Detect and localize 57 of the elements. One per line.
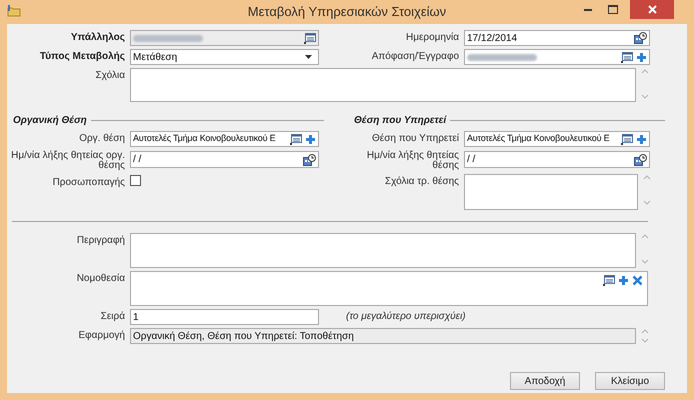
plus-icon[interactable]: [618, 275, 629, 286]
type-dropdown[interactable]: Μετάθεση: [130, 49, 319, 65]
section-title: Οργανική Θέση: [13, 114, 88, 128]
plus-icon[interactable]: [636, 52, 647, 62]
field-label: Ημ/νία λήξης θητείας θέσης: [366, 151, 460, 171]
plus-icon[interactable]: [305, 134, 316, 144]
field-label: Εφαρμογή: [77, 329, 126, 343]
field-label: Περιγραφή: [76, 234, 126, 248]
position-field[interactable]: Αυτοτελές Τμήμα Κοινοβουλευτικού Ε: [464, 131, 650, 147]
field-label: Υπάλληλος: [70, 31, 126, 45]
date-field[interactable]: 17/12/2014: [464, 30, 650, 46]
redacted-text: [467, 54, 537, 60]
legislation-field[interactable]: [130, 271, 648, 306]
calendar-clock-icon[interactable]: [634, 32, 647, 44]
document-field[interactable]: [464, 49, 650, 65]
field-label: Προσωποπαγής: [52, 176, 126, 190]
window-title: Μεταβολή Υπηρεσιακών Στοιχείων: [248, 3, 446, 22]
dropdown-caret-icon[interactable]: [304, 54, 313, 60]
field-label: Θέση που Υπηρετεί: [370, 132, 460, 146]
field-label: Σχόλια τρ. θέσης: [384, 175, 460, 189]
redacted-text: [133, 34, 203, 42]
position-field[interactable]: Αυτοτελές Τμήμα Κοινοβουλευτικού Ε: [130, 131, 319, 147]
list-window-icon[interactable]: [304, 32, 316, 44]
minimize-icon[interactable]: [584, 9, 592, 12]
comments-field[interactable]: [130, 68, 636, 102]
description-field[interactable]: [130, 233, 636, 268]
delete-icon[interactable]: [632, 275, 643, 286]
field-label: Απόφαση/Έγγραφο: [370, 50, 460, 64]
list-window-icon[interactable]: [603, 275, 615, 286]
date-field[interactable]: / /: [130, 151, 319, 168]
comments-field[interactable]: [464, 174, 638, 210]
field-label: Ημερομηνία: [404, 31, 460, 45]
field-label: Τύπος Μεταβολής: [38, 50, 126, 64]
list-window-icon[interactable]: [621, 52, 633, 62]
close-button[interactable]: Κλείσιμο: [595, 372, 665, 390]
folder-icon: [7, 5, 21, 17]
employee-field[interactable]: [130, 30, 319, 46]
field-label: Ημ/νία λήξης θητείας οργ. θέσης: [10, 151, 126, 171]
list-window-icon[interactable]: [290, 134, 302, 144]
accept-button[interactable]: Αποδοχή: [510, 372, 580, 390]
checkbox[interactable]: [130, 175, 141, 186]
date-field[interactable]: / /: [464, 151, 650, 168]
maximize-icon[interactable]: [608, 5, 618, 14]
application-field[interactable]: Οργανική Θέση, Θέση που Υπηρετεί: Τοποθέτηση: [130, 328, 636, 344]
calendar-clock-icon[interactable]: [634, 154, 647, 166]
field-label: Οργ. θέση: [78, 132, 126, 146]
plus-icon[interactable]: [636, 134, 647, 144]
order-field[interactable]: 1: [130, 309, 319, 325]
field-label: Νομοθεσία: [76, 272, 126, 286]
field-label: Σχόλια: [94, 69, 126, 83]
section-title: Θέση που Υπηρετεί: [354, 114, 448, 128]
close-icon: [648, 5, 656, 14]
field-label: Σειρά: [100, 310, 126, 324]
hint-text: (το μεγαλύτερο υπερισχύει): [346, 310, 466, 324]
close-button[interactable]: [630, 0, 674, 19]
list-window-icon[interactable]: [621, 134, 633, 144]
calendar-clock-icon[interactable]: [303, 154, 316, 166]
